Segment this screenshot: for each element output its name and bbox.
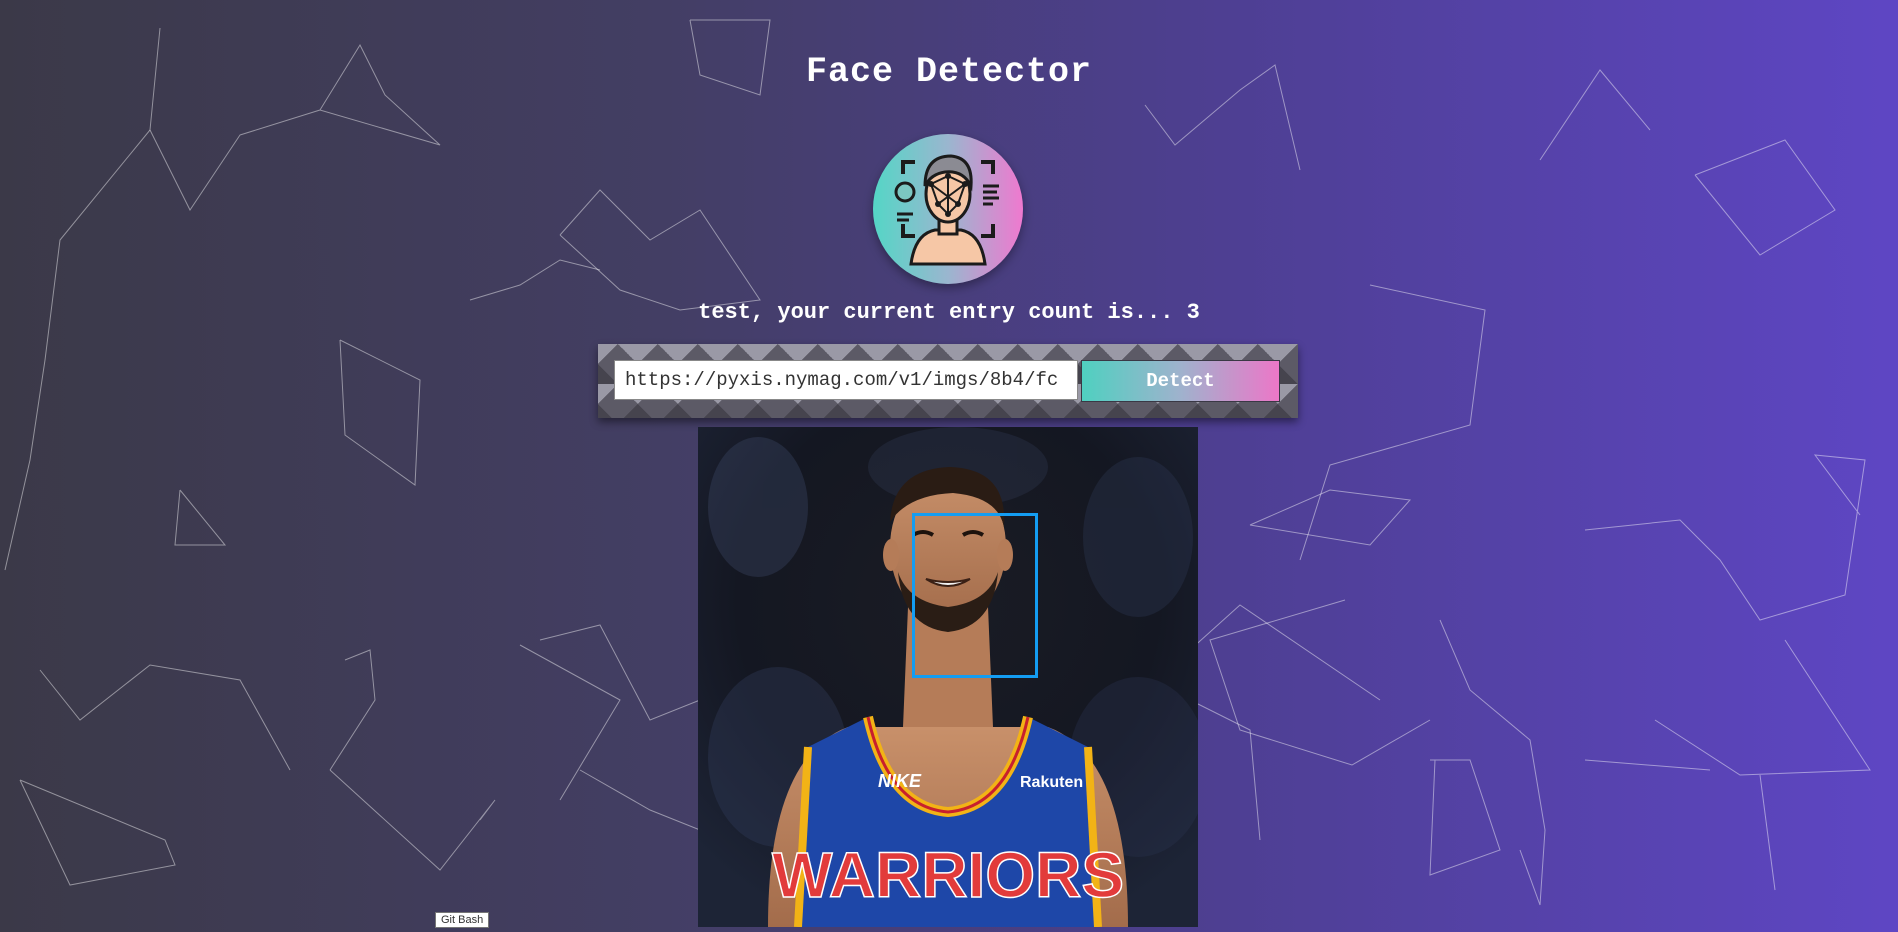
detect-button[interactable]: Detect xyxy=(1081,360,1280,402)
face-bounding-box xyxy=(912,513,1038,678)
taskbar-tooltip: Git Bash xyxy=(435,912,490,928)
jersey-sponsor-text: Rakuten xyxy=(1020,774,1083,791)
face-recognition-icon xyxy=(894,154,999,266)
jersey-brand-text: NIKE xyxy=(878,771,922,791)
image-url-input[interactable] xyxy=(614,360,1078,400)
face-recognition-logo xyxy=(873,134,1023,284)
entry-count-text: test, your current entry count is... 3 xyxy=(698,300,1200,325)
jersey-team-text: WARRIORS xyxy=(772,839,1124,911)
page-title: Face Detector xyxy=(805,52,1093,92)
